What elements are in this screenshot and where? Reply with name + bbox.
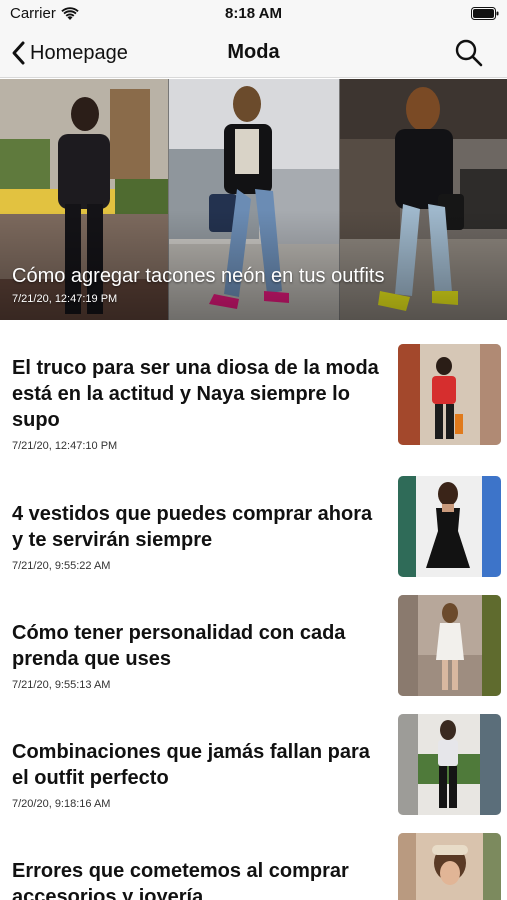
status-time: 8:18 AM	[225, 5, 282, 22]
article-date: 7/20/20, 9:18:16 AM	[12, 798, 111, 810]
article-thumbnail	[398, 344, 501, 445]
article-row[interactable]: Errores que cometemos al comprar accesor…	[0, 833, 507, 900]
article-thumbnail	[398, 476, 501, 577]
article-row[interactable]: Combinaciones que jamás fallan para el o…	[0, 714, 507, 824]
article-title: El truco para ser una diosa de la moda e…	[12, 357, 379, 431]
back-button[interactable]: Homepage	[10, 36, 128, 70]
back-button-label: Homepage	[30, 41, 128, 64]
article-title: Combinaciones que jamás fallan para el o…	[12, 741, 370, 789]
featured-article[interactable]: Cómo agregar tacones neón en tus outfits…	[0, 79, 507, 320]
article-date: 7/21/20, 9:55:13 AM	[12, 679, 111, 691]
article-title: 4 vestidos que puedes comprar ahora y te…	[12, 503, 373, 551]
article-title: Cómo tener personalidad con cada prenda …	[12, 622, 346, 670]
search-icon[interactable]	[453, 37, 485, 69]
status-bar: Carrier 8:18 AM	[0, 0, 507, 28]
article-title: Errores que cometemos al comprar accesor…	[12, 860, 349, 900]
chevron-left-icon	[12, 41, 25, 65]
article-row[interactable]: El truco para ser una diosa de la moda e…	[0, 344, 507, 454]
article-date: 7/21/20, 9:55:22 AM	[12, 560, 111, 572]
featured-date: 7/21/20, 12:47:19 PM	[12, 293, 118, 305]
battery-icon	[471, 7, 499, 20]
featured-title: Cómo agregar tacones neón en tus outfits	[12, 265, 385, 287]
article-thumbnail	[398, 714, 501, 815]
navigation-bar: Homepage Moda	[0, 28, 507, 78]
article-row[interactable]: Cómo tener personalidad con cada prenda …	[0, 595, 507, 705]
article-thumbnail	[398, 833, 501, 900]
article-date: 7/21/20, 12:47:10 PM	[12, 440, 118, 452]
article-row[interactable]: 4 vestidos que puedes comprar ahora y te…	[0, 476, 507, 586]
article-thumbnail	[398, 595, 501, 696]
